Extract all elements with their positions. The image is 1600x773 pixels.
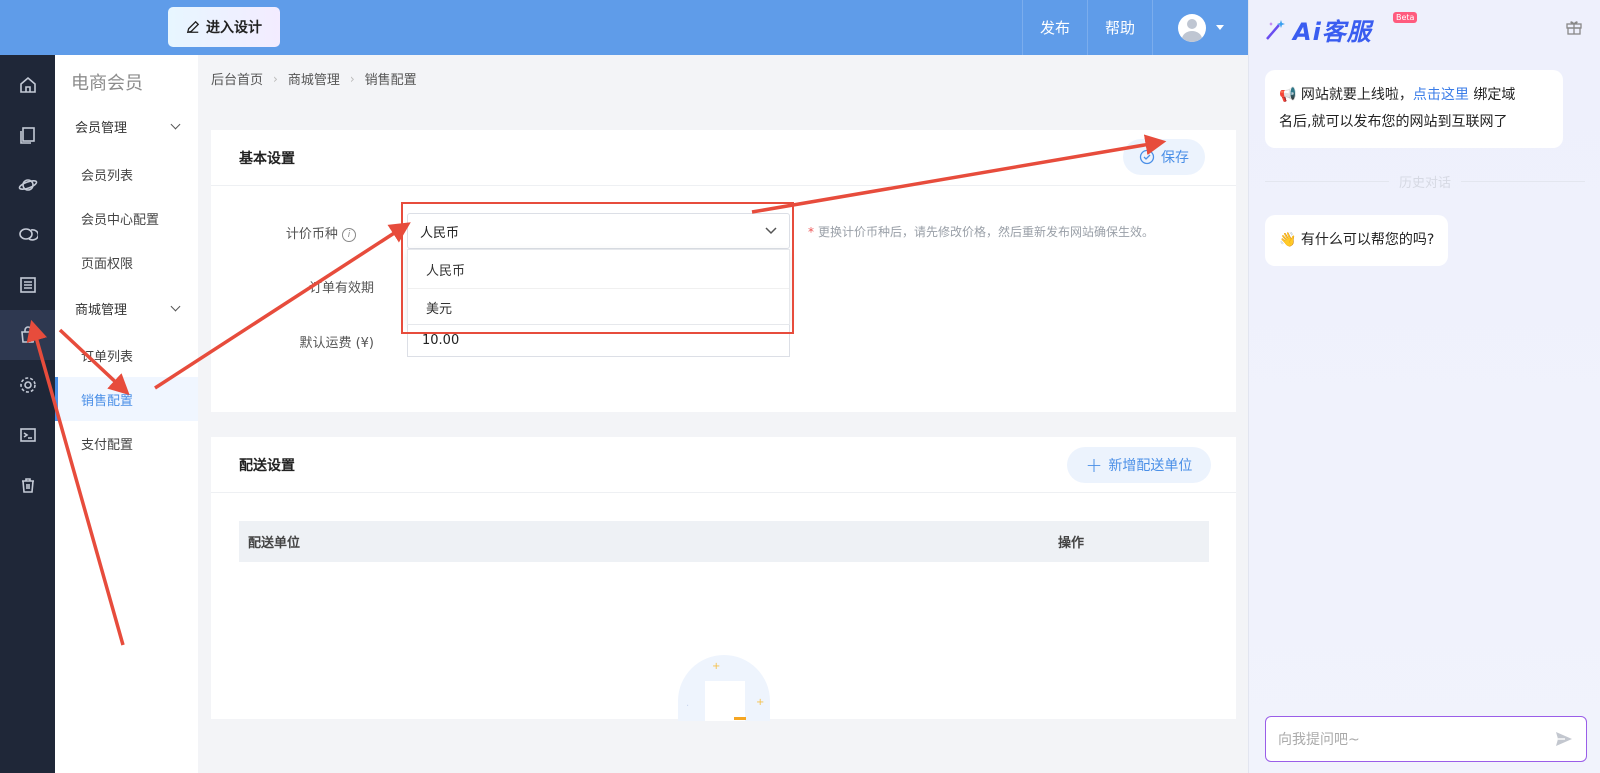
avatar [1177,13,1206,42]
shopping-bag-icon [20,326,35,343]
save-label: 保存 [1161,150,1189,166]
publish-button[interactable]: 发布 [1021,0,1087,55]
sidebar-item-sales-config[interactable]: 销售配置 [55,377,198,421]
delivery-table-header: 配送单位 操作 [239,521,1209,562]
top-bar: 进入设计 发布 帮助 [0,0,1248,55]
sub-sidebar: 电商会员 会员管理 会员列表 会员中心配置 页面权限 商城管理 订单列表 销售配… [55,55,198,773]
enter-design-label: 进入设计 [206,20,262,36]
info-icon[interactable]: i [342,227,356,242]
rail-trash[interactable] [0,460,55,510]
rail-list[interactable] [0,260,55,310]
sidebar-group-label: 商城管理 [75,303,128,318]
rail-shop[interactable] [0,310,55,360]
breadcrumb-shop[interactable]: 商城管理 [288,69,340,88]
history-label[interactable]: 历史对话 [1399,172,1451,191]
icon-rail [0,55,55,773]
rail-planet[interactable] [0,160,55,210]
sidebar-group-member[interactable]: 会员管理 [75,117,183,136]
add-delivery-unit-label: 新增配送单位 [1108,458,1193,474]
currency-hint: * 更换计价币种后，请先修改价格，然后重新发布网站确保生效。 [808,225,1155,239]
column-actions: 操作 [1058,536,1085,551]
ai-question-input[interactable]: 向我提问吧~ [1265,716,1587,762]
caret-down-icon [1215,25,1224,30]
user-menu[interactable] [1152,0,1248,55]
column-delivery-unit: 配送单位 [248,536,301,551]
history-divider: 历史对话 [1265,172,1586,191]
planet-icon [18,179,37,191]
breadcrumb-home[interactable]: 后台首页 [211,69,263,88]
rail-terminal[interactable] [0,410,55,460]
ai-logo: Ai客服 Beta [1263,12,1418,47]
rail-chat[interactable] [0,210,55,260]
rail-pages[interactable] [0,110,55,160]
sidebar-item-member-center[interactable]: 会员中心配置 [55,196,198,240]
sidebar-group-shop[interactable]: 商城管理 [75,299,183,318]
send-icon[interactable] [1554,729,1574,749]
chevron-right-icon: › [349,71,355,86]
trash-icon [21,478,34,493]
bind-domain-link[interactable]: 点击这里 [1413,87,1469,103]
sidebar-group-label: 会员管理 [75,121,128,136]
gift-icon[interactable] [1565,18,1583,40]
help-button[interactable]: 帮助 [1086,0,1152,55]
rail-home[interactable] [0,60,55,110]
megaphone-icon: 📢 [1279,87,1297,103]
add-delivery-unit-button[interactable]: + 新增配送单位 [1067,447,1211,483]
ai-input-placeholder: 向我提问吧~ [1278,732,1360,748]
basic-settings-title: 基本设置 [211,130,1236,186]
shipping-fee-label: 默认运费 (¥) [299,336,374,351]
magic-wand-icon [1266,19,1285,40]
chat-icon [18,228,38,241]
sidebar-item-payment-config[interactable]: 支付配置 [55,421,198,465]
ai-greeting-bubble: 👋 有什么可以帮您的吗? [1265,215,1449,266]
chevron-down-icon [170,119,181,130]
breadcrumb: 后台首页 › 商城管理 › 销售配置 [211,69,417,89]
beta-badge: Beta [1393,12,1418,23]
sidebar-item-order-list[interactable]: 订单列表 [55,333,198,377]
terminal-icon [19,428,36,442]
breadcrumb-current: 销售配置 [364,73,417,88]
enter-design-button[interactable]: 进入设计 [168,7,280,47]
check-circle-icon [1139,149,1155,165]
sidebar-item-member-list[interactable]: 会员列表 [55,152,198,196]
sidebar-item-page-permission[interactable]: 页面权限 [55,240,198,284]
sidebar-title: 电商会员 [71,73,143,94]
currency-label: 计价币种 i [236,223,356,242]
ai-logo-text: Ai客服 [1293,18,1372,46]
order-validity-label: 订单有效期 [308,281,374,296]
gear-icon [19,377,36,393]
annotation-highlight-box [401,202,794,334]
ai-assistant-panel: Ai客服 Beta 📢 网站就要上线啦，点击这里 绑定域 名后,就可以发布您的网… [1248,0,1600,773]
save-button[interactable]: 保存 [1123,139,1205,175]
rail-settings[interactable] [0,360,55,410]
home-icon [19,76,36,93]
list-icon [19,277,36,293]
chevron-right-icon: › [273,71,278,86]
chevron-down-icon [170,301,181,312]
waving-hand-icon: 👋 [1279,232,1297,248]
ai-notice-bubble: 📢 网站就要上线啦，点击这里 绑定域 名后,就可以发布您的网站到互联网了 [1265,70,1563,148]
plus-icon: + [1085,453,1103,477]
edit-icon [186,20,200,34]
pages-icon [19,127,35,144]
